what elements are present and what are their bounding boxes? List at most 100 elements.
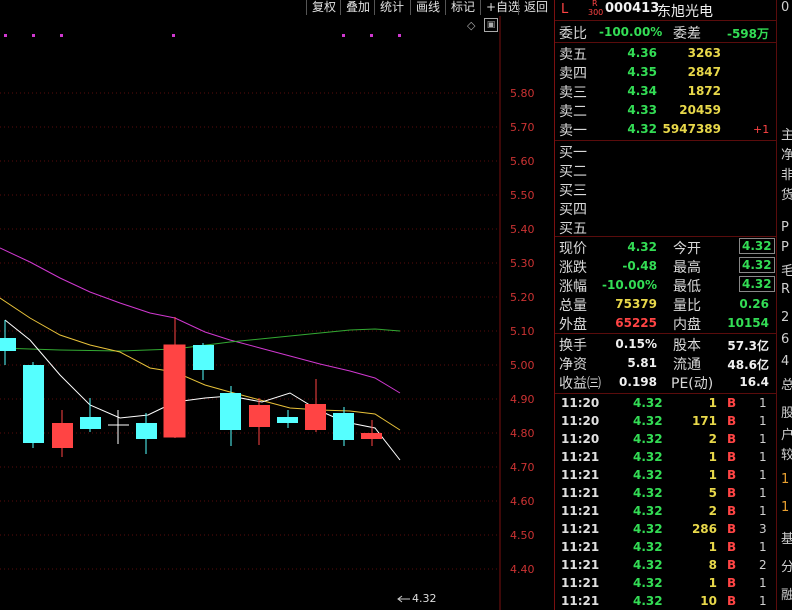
kline-chart[interactable]: 复权 叠加 统计 画线 标记 +自选 返回 ◇ ▣ 5.80 5.70 5.60…	[0, 0, 554, 610]
tick-price: 4.32	[633, 540, 663, 554]
zhangdie-label: 涨跌	[559, 260, 587, 276]
tick-volume: 171	[691, 414, 717, 428]
tick-count: 1	[759, 594, 767, 608]
zuidi-label: 最低	[673, 279, 701, 295]
ask-label: 卖二	[559, 104, 587, 120]
tick-price: 4.32	[633, 504, 663, 518]
y-label: 5.10	[510, 325, 535, 338]
tick-volume: 1	[708, 576, 717, 590]
ask-label: 卖五	[559, 47, 587, 63]
y-label: 5.70	[510, 121, 535, 134]
liangbi-value: 0.26	[739, 297, 769, 311]
side-info-item: 融	[781, 584, 792, 603]
ask-label: 卖四	[559, 66, 587, 82]
tick-volume: 2	[708, 504, 717, 518]
ask-price: 4.34	[627, 84, 657, 98]
bid-label: 买二	[559, 164, 587, 180]
side-info-item: 4	[781, 354, 790, 369]
tick-price: 4.32	[633, 432, 663, 446]
fuquan-button[interactable]: 复权	[306, 0, 341, 15]
weicha-value: -598万	[726, 27, 769, 41]
tick-side: B	[727, 396, 737, 410]
tick-volume: 10	[700, 594, 717, 608]
tick-time: 11:20	[561, 414, 600, 428]
tick-count: 1	[759, 468, 767, 482]
tongji-button[interactable]: 统计	[374, 0, 409, 15]
zhangfu-value: -10.00%	[602, 278, 657, 292]
ma20-line	[0, 247, 401, 394]
tick-price: 4.32	[633, 594, 663, 608]
jinkai-label: 今开	[673, 241, 701, 257]
tick-time: 11:21	[561, 558, 600, 572]
side-info-item: 1	[781, 500, 790, 515]
y-label: 5.40	[510, 223, 535, 236]
y-label: 4.50	[510, 529, 535, 542]
tick-count: 1	[759, 450, 767, 464]
ask-volume: 3263	[687, 46, 721, 60]
shouyi-value: 0.198	[619, 375, 657, 389]
ask-price: 4.32	[627, 122, 657, 136]
ask-price: 4.33	[627, 103, 657, 117]
tick-side: B	[727, 522, 737, 536]
tick-time: 11:21	[561, 450, 600, 464]
tick-price: 4.32	[633, 522, 663, 536]
weibi-value: -100.00%	[599, 25, 663, 39]
weibi-label: 委比	[559, 26, 587, 42]
biaoji-button[interactable]: 标记	[445, 0, 480, 15]
board-tag-bottom: 300	[588, 8, 604, 17]
diejia-button[interactable]: 叠加	[340, 0, 375, 15]
zuigao-value: 4.32	[739, 257, 775, 273]
tick-price: 4.32	[633, 468, 663, 482]
tick-price: 4.32	[633, 414, 663, 428]
market-tag: L	[561, 2, 569, 17]
tick-count: 1	[759, 504, 767, 518]
xianjia-label: 现价	[559, 241, 587, 257]
y-label: 5.80	[510, 87, 535, 100]
huanshou-value: 0.15%	[615, 337, 657, 351]
y-label: 4.60	[510, 495, 535, 508]
tick-side: B	[727, 414, 737, 428]
tick-side: B	[727, 486, 737, 500]
huaxian-button[interactable]: 画线	[410, 0, 445, 15]
tick-time: 11:21	[561, 522, 600, 536]
tick-time: 11:21	[561, 540, 600, 554]
pe-label: PE(动)	[671, 376, 714, 392]
y-label: 4.80	[510, 427, 535, 440]
kline-svg[interactable]	[0, 0, 554, 610]
side-info-item: 分	[781, 556, 792, 575]
jingzi-value: 5.81	[627, 356, 657, 370]
diamond-icon[interactable]: ◇	[467, 19, 475, 32]
tick-side: B	[727, 504, 737, 518]
jinkai-value: 4.32	[739, 238, 775, 254]
xianjia-value: 4.32	[627, 240, 657, 254]
tick-time: 11:21	[561, 486, 600, 500]
side-info-item: 总	[781, 374, 792, 393]
y-label: 5.50	[510, 189, 535, 202]
tick-count: 1	[759, 576, 767, 590]
tick-side: B	[727, 540, 737, 554]
side-info-item: 1	[781, 472, 790, 487]
waipan-label: 外盘	[559, 317, 587, 333]
guben-value: 57.3亿	[727, 339, 769, 353]
tick-time: 11:21	[561, 468, 600, 482]
tick-volume: 1	[708, 396, 717, 410]
y-label: 4.40	[510, 563, 535, 576]
y-label: 4.90	[510, 393, 535, 406]
ask-price: 4.35	[627, 65, 657, 79]
tick-side: B	[727, 468, 737, 482]
liutong-label: 流通	[673, 357, 701, 373]
liangbi-label: 量比	[673, 298, 701, 314]
expand-icon[interactable]: ▣	[484, 18, 498, 32]
tick-side: B	[727, 576, 737, 590]
zhangfu-label: 涨幅	[559, 279, 587, 295]
zhangdie-value: -0.48	[622, 259, 657, 273]
y-label: 5.00	[510, 359, 535, 372]
quote-panel: L R 300 000413 东旭光电 委比 -100.00% 委差 -598万…	[554, 0, 777, 610]
weicha-label: 委差	[673, 26, 701, 42]
y-label: 5.30	[510, 257, 535, 270]
chart-toolbar: 复权 叠加 统计 画线 标记 +自选 返回	[0, 0, 554, 16]
back-button[interactable]: 返回	[518, 0, 553, 15]
tick-time: 11:20	[561, 396, 600, 410]
zongliang-value: 75379	[615, 297, 657, 311]
tick-time: 11:20	[561, 432, 600, 446]
